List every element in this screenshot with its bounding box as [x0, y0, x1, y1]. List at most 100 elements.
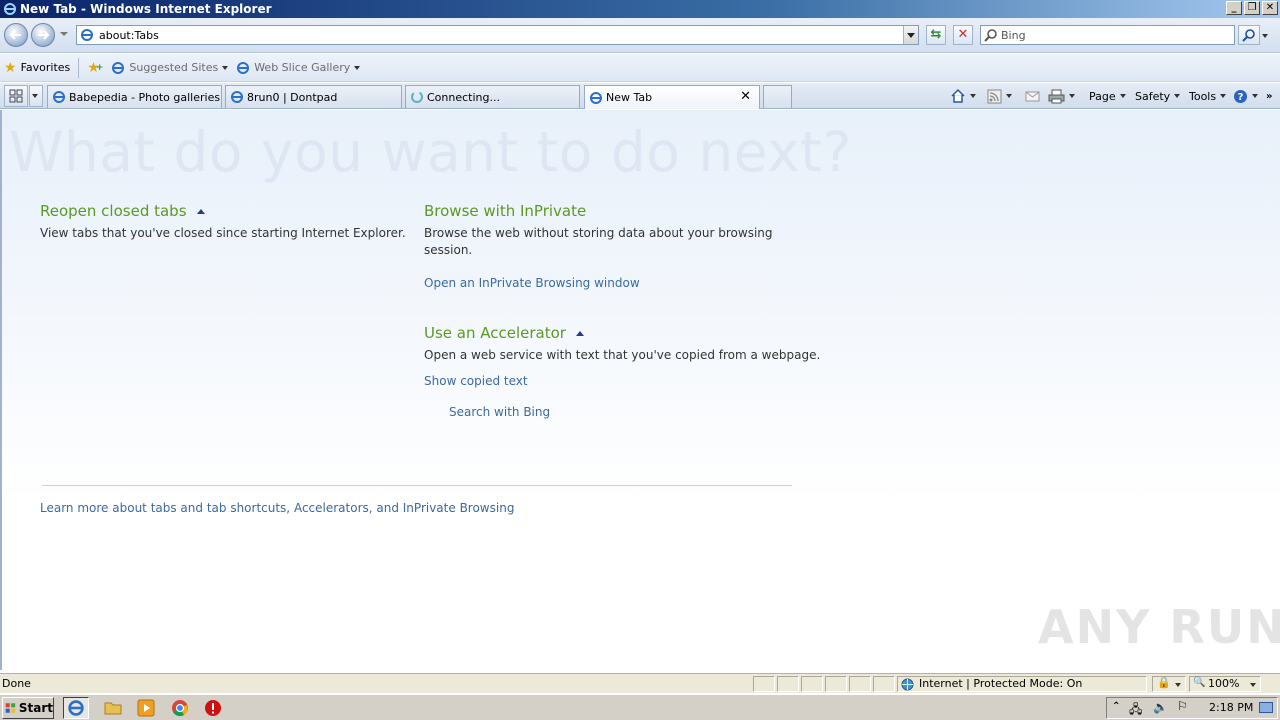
inprivate-description: Browse the web without storing data abou…: [424, 226, 773, 257]
feeds-button[interactable]: [987, 87, 1012, 105]
search-options-chevron-icon[interactable]: [1262, 34, 1268, 38]
help-icon: ?: [1234, 89, 1247, 103]
web-slice-ie-icon: [237, 61, 250, 74]
forward-button[interactable]: [31, 23, 55, 47]
protected-mode-button[interactable]: 🔒: [1152, 676, 1186, 692]
web-slice-gallery-link[interactable]: Web Slice Gallery: [232, 57, 364, 79]
reopen-title-text: Reopen closed tabs: [40, 202, 187, 220]
taskbar-media-player-button[interactable]: [133, 697, 159, 719]
page-menu-label: Page: [1089, 89, 1116, 103]
back-button[interactable]: [4, 23, 28, 47]
accelerator-heading[interactable]: Use an Accelerator: [424, 324, 584, 342]
safety-menu[interactable]: Safety: [1135, 87, 1181, 105]
more-commands-chevron-icon[interactable]: »: [1266, 87, 1272, 105]
tab-babepedia[interactable]: Babepedia - Photo galleries ...: [47, 85, 222, 108]
svg-text:?: ?: [1238, 92, 1244, 103]
tab-list-button[interactable]: [29, 85, 43, 107]
search-icon: [984, 29, 997, 42]
safety-menu-label: Safety: [1135, 89, 1171, 103]
new-tab-page: What do you want to do next? Reopen clos…: [0, 110, 1280, 670]
zone-text: Internet | Protected Mode: On: [919, 677, 1083, 690]
home-icon: [951, 88, 965, 103]
close-tab-icon[interactable]: ✕: [740, 89, 751, 104]
address-dropdown-button[interactable]: [903, 26, 918, 44]
stop-button[interactable]: ✕: [953, 25, 973, 45]
status-cell: [801, 676, 823, 692]
tab-label: New Tab: [606, 91, 653, 104]
read-mail-button[interactable]: [1025, 87, 1040, 105]
favorites-button[interactable]: ★ Favorites: [0, 57, 74, 79]
stop-sign-icon: [205, 700, 221, 716]
status-cell: [825, 676, 847, 692]
refresh-icon: ⇆: [930, 27, 942, 42]
anyrun-watermark: ANY RUN: [1038, 600, 1280, 654]
security-zone[interactable]: Internet | Protected Mode: On: [897, 676, 1147, 692]
start-button[interactable]: Start: [2, 697, 54, 719]
page-menu[interactable]: Page: [1089, 87, 1126, 105]
collapse-arrow-icon: [575, 331, 584, 336]
refresh-button[interactable]: ⇆: [926, 25, 946, 45]
system-clock[interactable]: 2:18 PM: [1209, 701, 1253, 714]
taskbar-chrome-button[interactable]: [167, 697, 193, 719]
add-to-favorites-bar-button[interactable]: ★ +: [83, 57, 107, 79]
mail-icon: [1025, 91, 1040, 101]
new-tab-button[interactable]: [763, 85, 792, 108]
show-copied-text-link[interactable]: Show copied text: [424, 374, 528, 388]
home-button[interactable]: [950, 87, 976, 105]
suggested-sites-ie-icon: [112, 61, 125, 74]
title-bar: New Tab - Windows Internet Explorer _ ❐ …: [0, 0, 1280, 18]
forward-arrow-icon: [38, 30, 50, 40]
zoom-magnifier-icon: 🔍: [1193, 677, 1206, 688]
taskbar-explorer-button[interactable]: [100, 697, 126, 719]
zoom-level: 100%: [1208, 677, 1240, 690]
page-headline: What do you want to do next?: [9, 120, 852, 184]
tab-label: Babepedia - Photo galleries ...: [69, 90, 222, 104]
ie-logo-icon: [4, 3, 16, 15]
help-button[interactable]: ?: [1233, 87, 1258, 105]
address-input[interactable]: [99, 28, 899, 42]
minimize-button[interactable]: _: [1226, 1, 1242, 15]
printer-icon: [1048, 89, 1065, 103]
collapse-arrow-icon: [196, 209, 205, 214]
taskbar-antivirus-button[interactable]: [200, 697, 226, 719]
search-go-button[interactable]: [1238, 25, 1260, 45]
search-box[interactable]: [980, 25, 1235, 45]
learn-more-link[interactable]: Learn more about tabs and tab shortcuts,…: [40, 501, 514, 515]
tab-ie-icon: [590, 91, 602, 104]
folder-icon: [104, 702, 122, 715]
favorites-star-icon: ★: [4, 59, 17, 76]
recent-pages-chevron-icon[interactable]: [60, 32, 68, 36]
close-button[interactable]: ✕: [1262, 1, 1278, 15]
print-button[interactable]: [1048, 87, 1075, 105]
reopen-closed-tabs-heading[interactable]: Reopen closed tabs: [40, 202, 205, 220]
restore-button[interactable]: ❐: [1244, 1, 1260, 15]
tab-dontpad[interactable]: 8run0 | Dontpad: [225, 85, 402, 108]
volume-icon[interactable]: 🔈: [1153, 700, 1168, 714]
tab-new-tab[interactable]: New Tab ✕: [584, 85, 760, 109]
rss-feed-icon: [987, 89, 1002, 103]
tools-menu[interactable]: Tools: [1189, 87, 1227, 105]
tab-ie-icon: [53, 91, 65, 103]
suggested-sites-link[interactable]: Suggested Sites: [107, 57, 232, 79]
search-input[interactable]: [1001, 28, 1221, 42]
open-inprivate-link[interactable]: Open an InPrivate Browsing window: [424, 276, 640, 290]
tab-connecting[interactable]: Connecting...: [405, 85, 580, 108]
accelerator-title-text: Use an Accelerator: [424, 324, 566, 342]
windows-logo-icon: [5, 703, 16, 713]
zoom-button[interactable]: 🔍 100%: [1189, 676, 1261, 692]
lock-icon: 🔒: [1157, 676, 1171, 689]
action-center-flag-icon[interactable]: ⚐: [1177, 699, 1188, 713]
quick-tabs-button[interactable]: [4, 85, 28, 107]
tools-menu-label: Tools: [1189, 89, 1217, 103]
search-with-bing-link[interactable]: Search with Bing: [449, 405, 550, 419]
chrome-icon: [172, 700, 188, 717]
network-icon[interactable]: 🖧: [1129, 700, 1142, 720]
favorites-bar: ★ Favorites ★ + Suggested Sites Web Slice…: [0, 54, 1280, 82]
address-box[interactable]: [76, 25, 919, 45]
status-cell: [777, 676, 799, 692]
navigation-bar: ⇆ ✕: [0, 18, 1280, 53]
stop-icon: ✕: [957, 27, 969, 42]
show-hidden-icons-arrow-icon[interactable]: ⌃: [1112, 701, 1120, 712]
taskbar-ie-button[interactable]: [63, 697, 89, 719]
show-desktop-icon[interactable]: [1259, 702, 1273, 713]
